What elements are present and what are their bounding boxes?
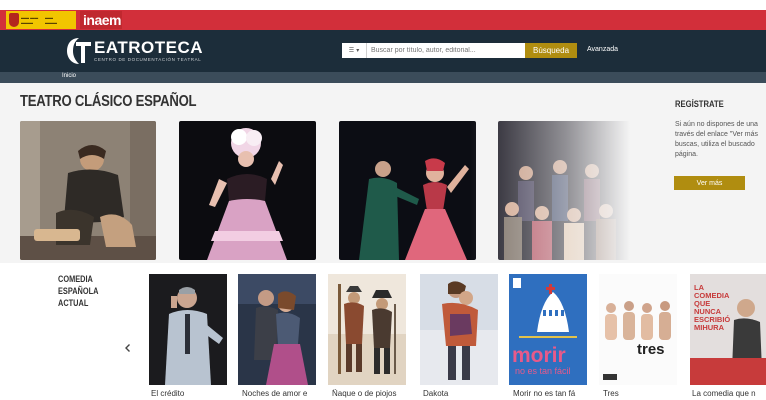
register-title: REGÍSTRATE — [675, 99, 724, 109]
breadcrumb-bar — [0, 72, 766, 83]
register-text-line: buscas, utiliza el buscado — [675, 141, 755, 148]
row-title-line: ACTUAL — [58, 298, 89, 308]
poster-title[interactable]: La comedia que n — [692, 389, 766, 398]
poster-noches-de-amor[interactable] — [238, 274, 316, 385]
poster-naque[interactable] — [328, 274, 406, 385]
poster-morir-big: morir — [512, 344, 566, 367]
brand-text: EATROTECA CENTRO DE DOCUMENTACIÓN TEATRA… — [94, 39, 203, 63]
section-title: TEATRO CLÁSICO ESPAÑOL — [20, 93, 197, 110]
gov-top-bar — [0, 0, 766, 10]
search-type-dropdown[interactable]: ☰ ▾ — [342, 43, 367, 58]
search-bar: ☰ ▾ Búsqueda — [342, 43, 577, 58]
poster-title[interactable]: Ñaque o de piojos — [332, 389, 410, 398]
poster-el-credito[interactable] — [149, 274, 227, 385]
see-more-button[interactable]: Ver más — [674, 176, 745, 190]
poster-tres[interactable]: tres — [599, 274, 677, 385]
row-title: COMEDIA ESPAÑOLA ACTUAL — [58, 273, 124, 309]
carousel-fade — [470, 121, 630, 260]
poster-tres-title: tres — [637, 341, 665, 358]
poster-title[interactable]: Dakota — [423, 389, 501, 398]
breadcrumb-home[interactable]: Inicio — [62, 73, 76, 79]
poster-morir-small: no es tan fácil — [515, 366, 571, 376]
poster-comedia-line: MIHURA — [694, 323, 724, 332]
search-input[interactable] — [367, 43, 525, 58]
brand-subtitle: CENTRO DE DOCUMENTACIÓN TEATRAL — [94, 57, 202, 62]
brand-name: EATROTECA — [94, 38, 204, 57]
inaem-logo[interactable]: inaem — [80, 11, 122, 29]
inaem-logo-text: inaem — [83, 12, 121, 28]
poster-morir[interactable]: morir no es tan fácil — [509, 274, 587, 385]
poster-la-comedia[interactable]: LA COMEDIA QUE NUNCA ESCRIBIÓ MIHURA — [690, 274, 766, 385]
row-title-line: COMEDIA ESPAÑOLA — [58, 274, 99, 296]
register-text-line: través del enlace "Ver más — [675, 131, 759, 138]
poster-title[interactable]: Tres — [603, 389, 681, 398]
poster-title[interactable]: Noches de amor e — [242, 389, 320, 398]
teatroteca-t-icon — [66, 36, 92, 66]
chevron-left-icon[interactable] — [123, 343, 133, 353]
teatroteca-logo[interactable]: EATROTECA CENTRO DE DOCUMENTACIÓN TEATRA… — [66, 35, 203, 67]
gobierno-logo-mark: ▬▬ ▬▬ ▬▬▬ — [21, 15, 39, 25]
advanced-search-link[interactable]: Avanzada — [587, 46, 618, 53]
register-text: Si aún no dispones de una través del enl… — [675, 120, 766, 160]
caret-down-icon: ▾ — [356, 48, 360, 54]
poster-title[interactable]: Morir no es tan fá — [513, 389, 591, 398]
register-text-line: Si aún no dispones de una — [675, 121, 758, 128]
poster-title[interactable]: El crédito — [151, 389, 229, 398]
hero-image-3[interactable] — [339, 121, 476, 260]
ministerio-logo-mark: ▬▬ ▬▬▬ — [45, 15, 57, 25]
register-text-line: página. — [675, 151, 698, 158]
poster-dakota[interactable] — [420, 274, 498, 385]
hero-image-1[interactable] — [20, 121, 156, 260]
hero-image-2[interactable] — [179, 121, 316, 260]
spain-shield-icon — [9, 13, 19, 27]
poster-comedia-text: LA COMEDIA QUE NUNCA ESCRIBIÓ MIHURA — [694, 284, 730, 332]
gobierno-logo[interactable]: ▬▬ ▬▬ ▬▬▬ ▬▬ ▬▬▬ — [6, 11, 76, 29]
search-button[interactable]: Búsqueda — [525, 43, 577, 58]
list-icon: ☰ — [348, 48, 355, 54]
page: ▬▬ ▬▬ ▬▬▬ ▬▬ ▬▬▬ inaem EATROTECA CENTRO DE… — [0, 0, 766, 400]
